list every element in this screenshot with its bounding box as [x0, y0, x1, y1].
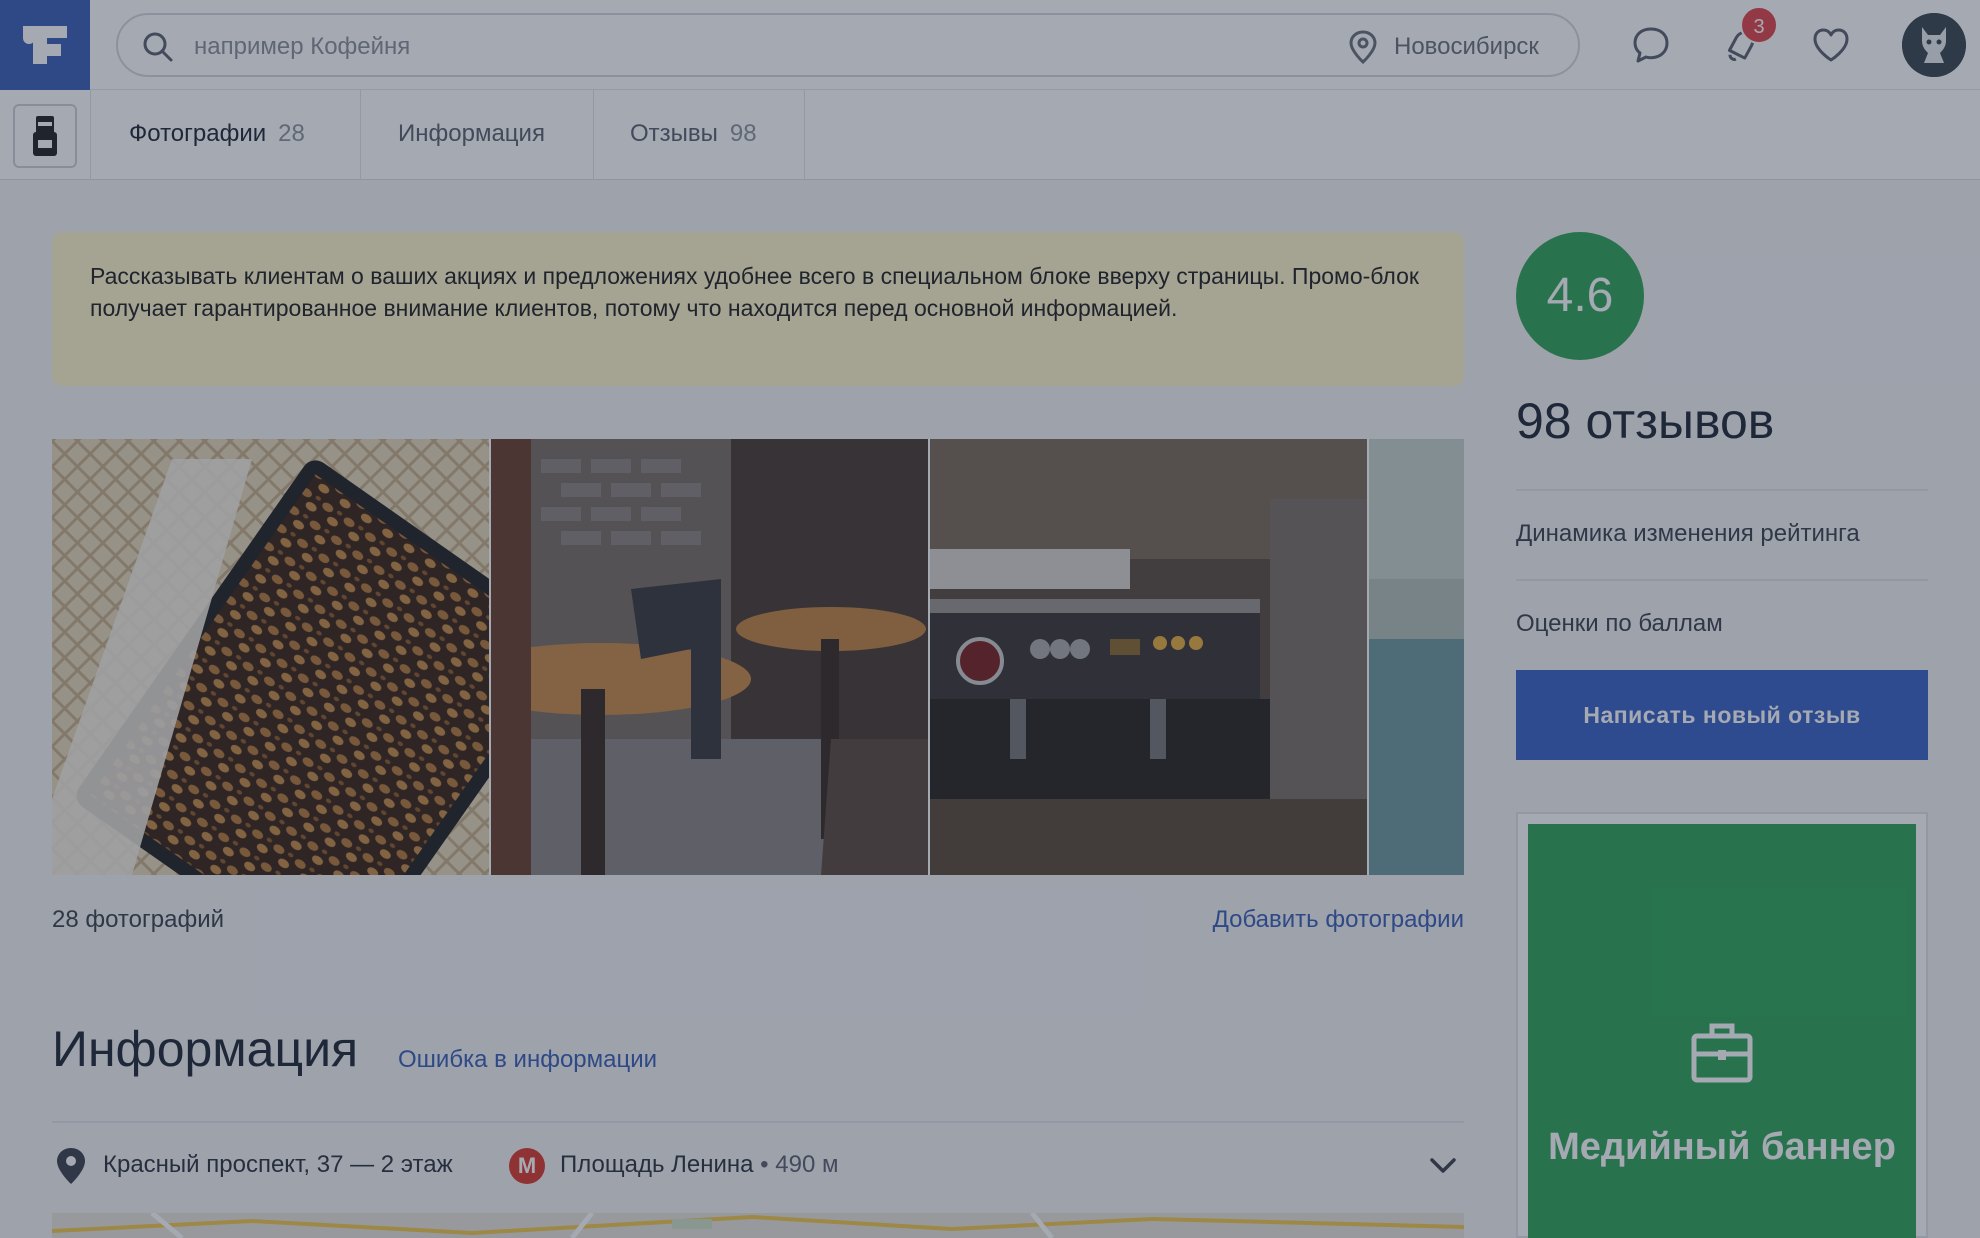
tab-photos[interactable]: Фотографии 28	[129, 90, 305, 180]
tab-reviews[interactable]: Отзывы 98	[630, 90, 757, 180]
write-review-button[interactable]: Написать новый отзыв	[1516, 670, 1928, 760]
tab-separator	[804, 90, 805, 180]
metro-icon: М	[509, 1148, 545, 1184]
address-text: Красный проспект, 37 — 2 этаж	[103, 1151, 453, 1178]
metro-station: Площадь Ленина • 490 м	[560, 1151, 838, 1179]
heart-icon[interactable]	[1810, 24, 1852, 66]
rating-dynamics-link[interactable]: Динамика изменения рейтинга	[1516, 520, 1860, 548]
add-photos-link[interactable]: Добавить фотографии	[1213, 906, 1464, 934]
avatar[interactable]	[1902, 13, 1966, 77]
gallery-photo[interactable]	[930, 439, 1367, 875]
map-preview[interactable]	[52, 1213, 1464, 1238]
tab-info-label: Информация	[398, 120, 545, 147]
logo-icon[interactable]	[0, 0, 90, 90]
info-section-title: Информация	[52, 1021, 359, 1077]
photos-count: 28 фотографий	[52, 906, 225, 933]
gallery-photo[interactable]	[52, 439, 489, 875]
report-error-link[interactable]: Ошибка в информации	[398, 1046, 657, 1074]
place-logo-thumb[interactable]	[13, 104, 77, 168]
score-breakdown-link[interactable]: Оценки по баллам	[1516, 610, 1723, 638]
search-input[interactable]: например Кофейня	[194, 33, 410, 61]
tab-photos-count: 28	[278, 120, 305, 147]
divider	[1516, 489, 1928, 491]
tab-separator	[90, 90, 91, 180]
metro-station-name: Площадь Ленина	[560, 1151, 754, 1178]
chat-icon[interactable]	[1630, 24, 1672, 66]
media-banner[interactable]: Медийный баннер	[1528, 824, 1916, 1238]
search-bar[interactable]: например Кофейня Новосибирск	[116, 13, 1580, 77]
tab-separator	[593, 90, 594, 180]
chevron-down-icon[interactable]	[1428, 1154, 1458, 1178]
tab-separator	[360, 90, 361, 180]
tab-photos-label: Фотографии	[129, 120, 267, 147]
banner-text: Медийный баннер	[1548, 1126, 1896, 1168]
city-selector[interactable]: Новосибирск	[1394, 33, 1539, 61]
tab-info[interactable]: Информация	[398, 90, 545, 180]
metro-distance: • 490 м	[760, 1151, 839, 1178]
tab-reviews-count: 98	[729, 120, 757, 147]
place-tabs-bar: Фотографии 28 Информация Отзывы 98	[0, 90, 1980, 180]
photo-gallery	[52, 439, 1464, 875]
location-pin-icon	[1349, 30, 1377, 64]
reviews-count: 98 отзывов	[1516, 393, 1775, 449]
tab-reviews-label: Отзывы	[630, 120, 718, 147]
address-pin-icon	[57, 1148, 85, 1184]
divider	[1516, 579, 1928, 581]
promo-notice: Рассказывать клиентам о ваших акциях и п…	[52, 232, 1464, 386]
top-bar: например Кофейня Новосибирск 3	[0, 0, 1980, 90]
divider	[52, 1121, 1464, 1123]
gallery-photo[interactable]	[1369, 439, 1464, 875]
rating-score: 4.6	[1516, 232, 1644, 360]
notification-badge: 3	[1740, 6, 1778, 44]
search-icon	[143, 32, 173, 62]
gallery-photo[interactable]	[491, 439, 928, 875]
briefcase-icon	[1691, 1023, 1753, 1083]
